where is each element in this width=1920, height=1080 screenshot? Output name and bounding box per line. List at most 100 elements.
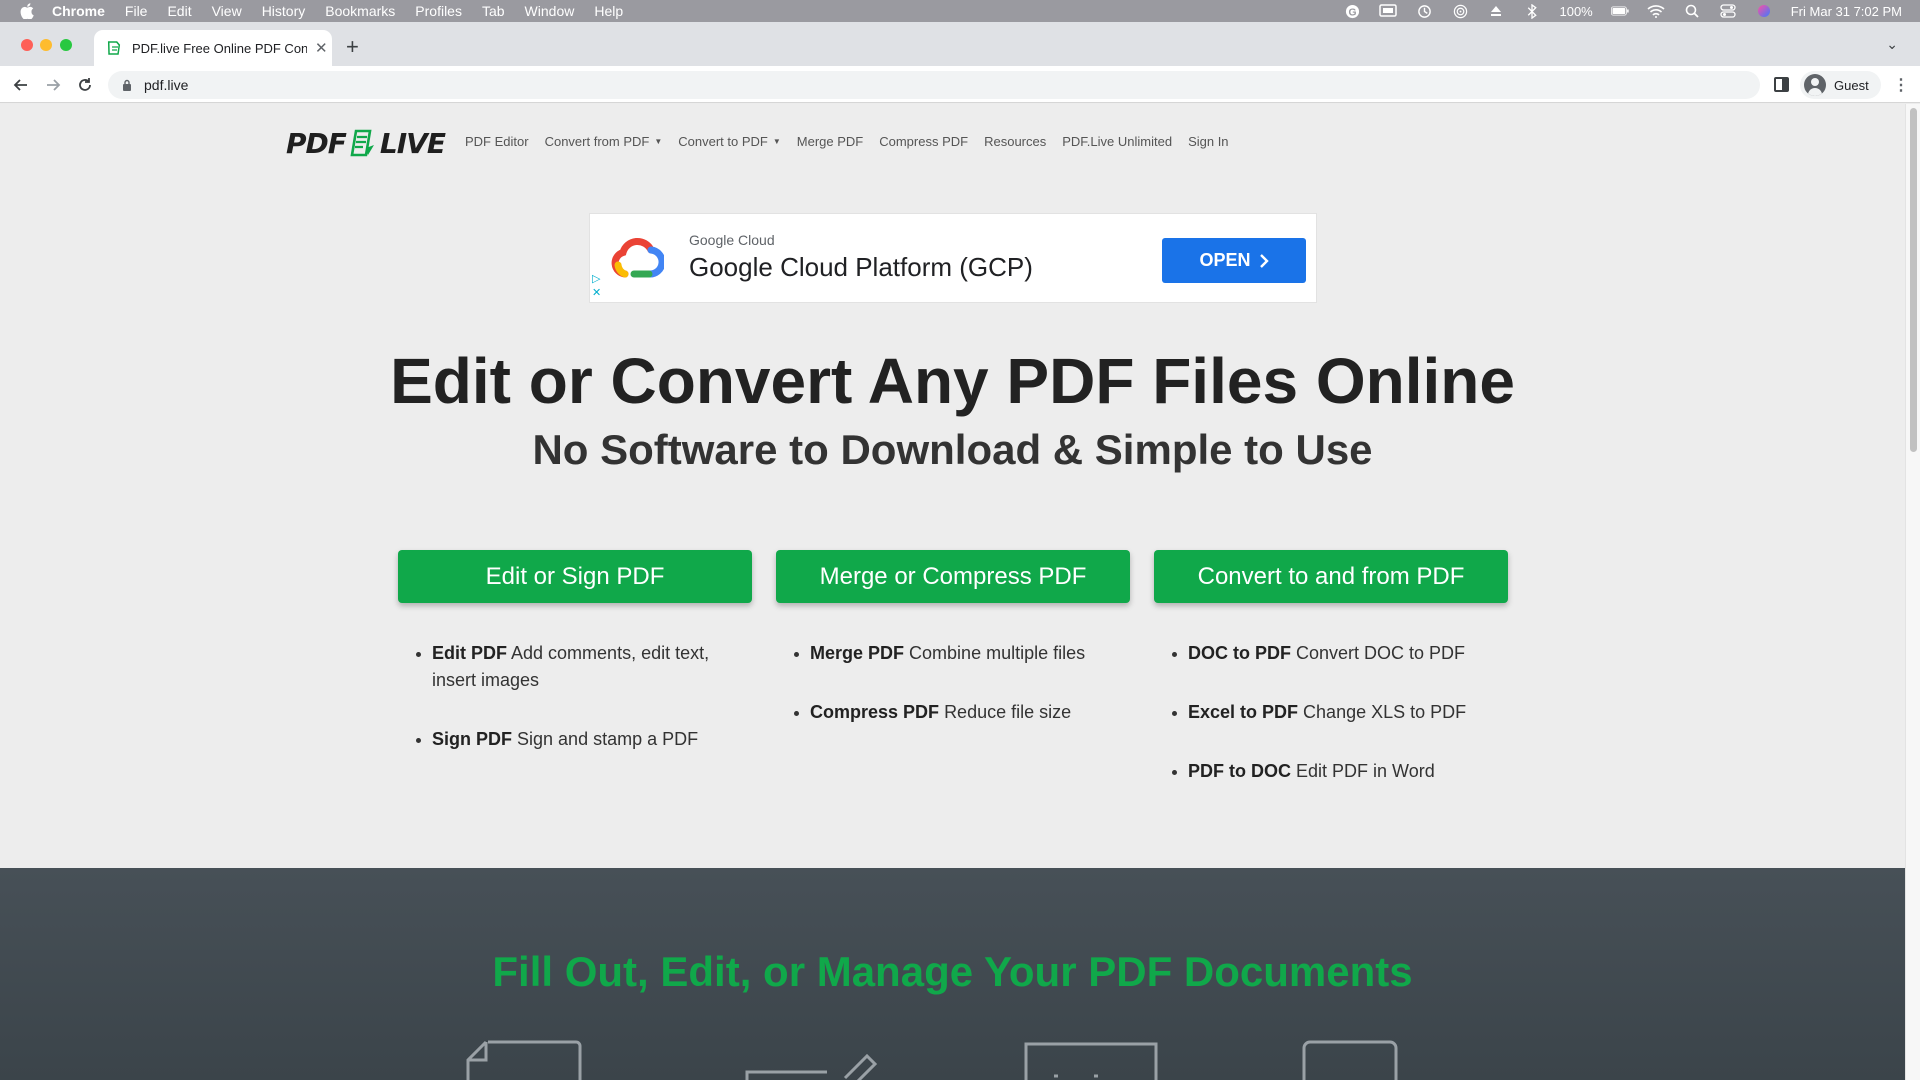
feature-name[interactable]: Sign PDF bbox=[432, 729, 512, 749]
feature-name[interactable]: DOC to PDF bbox=[1188, 643, 1291, 663]
chrome-menu-icon[interactable]: ⋮ bbox=[1893, 75, 1909, 95]
feature-name[interactable]: Edit PDF bbox=[432, 643, 507, 663]
menu-help[interactable]: Help bbox=[594, 3, 623, 19]
manage-screen-icon bbox=[1024, 1042, 1158, 1080]
feature-name[interactable]: Merge PDF bbox=[810, 643, 904, 663]
feature-desc: Combine multiple files bbox=[909, 643, 1086, 663]
menu-tab[interactable]: Tab bbox=[482, 3, 505, 19]
profile-button[interactable]: Guest bbox=[1800, 71, 1881, 99]
grammarly-icon[interactable]: G bbox=[1343, 4, 1361, 18]
google-cloud-logo-icon bbox=[611, 238, 664, 278]
menu-view[interactable]: View bbox=[212, 3, 242, 19]
time-machine-icon[interactable] bbox=[1415, 4, 1433, 18]
edit-sign-feature-list: Edit PDF Add comments, edit text, insert… bbox=[414, 640, 744, 785]
apple-menu-icon[interactable] bbox=[18, 2, 36, 20]
logo-document-icon bbox=[350, 129, 374, 157]
list-item[interactable]: Edit PDF Add comments, edit text, insert… bbox=[414, 640, 744, 694]
manage-documents-section: Fill Out, Edit, or Manage Your PDF Docum… bbox=[0, 868, 1905, 1080]
fill-form-icon bbox=[466, 1040, 582, 1080]
guest-avatar-icon bbox=[1804, 74, 1826, 96]
spotlight-search-icon[interactable] bbox=[1683, 4, 1701, 18]
convert-to-and-from-pdf-button[interactable]: Convert to and from PDF bbox=[1154, 550, 1508, 603]
pdf-live-logo[interactable]: PDF LIVE bbox=[286, 126, 446, 160]
nav-compress-pdf[interactable]: Compress PDF bbox=[879, 134, 968, 149]
scrollbar-thumb[interactable] bbox=[1910, 108, 1917, 452]
profile-label: Guest bbox=[1834, 77, 1869, 93]
nav-pdf-editor[interactable]: PDF Editor bbox=[465, 134, 529, 149]
nav-resources[interactable]: Resources bbox=[984, 134, 1046, 149]
window-minimize-button[interactable] bbox=[40, 39, 52, 51]
ad-open-button[interactable]: OPEN bbox=[1162, 238, 1306, 283]
feature-name[interactable]: PDF to DOC bbox=[1188, 761, 1291, 781]
list-item[interactable]: DOC to PDF Convert DOC to PDF bbox=[1170, 640, 1500, 667]
tab-search-chevron-icon[interactable]: ⌄ bbox=[1886, 36, 1898, 53]
adchoices-icon[interactable]: ▷ ✕ bbox=[592, 272, 601, 300]
list-item[interactable]: Excel to PDF Change XLS to PDF bbox=[1170, 699, 1500, 726]
feature-name[interactable]: Excel to PDF bbox=[1188, 702, 1298, 722]
convert-feature-list: DOC to PDF Convert DOC to PDF Excel to P… bbox=[1170, 640, 1500, 817]
document-icon bbox=[1302, 1040, 1398, 1080]
list-item[interactable]: Sign PDF Sign and stamp a PDF bbox=[414, 726, 744, 753]
menu-app-chrome[interactable]: Chrome bbox=[52, 3, 105, 19]
new-tab-plus-icon[interactable]: + bbox=[346, 34, 359, 60]
back-arrow-icon[interactable] bbox=[10, 74, 32, 96]
forward-arrow-icon[interactable] bbox=[42, 74, 64, 96]
menu-profiles[interactable]: Profiles bbox=[415, 3, 462, 19]
merge-compress-feature-list: Merge PDF Combine multiple files Compres… bbox=[792, 640, 1122, 758]
lock-icon[interactable] bbox=[122, 79, 132, 91]
nav-label: Sign In bbox=[1188, 134, 1229, 149]
eject-icon[interactable] bbox=[1487, 4, 1505, 18]
nav-label: Convert from PDF bbox=[544, 134, 650, 149]
nav-convert-from-pdf[interactable]: Convert from PDF ▼ bbox=[545, 134, 663, 149]
bluetooth-icon[interactable] bbox=[1523, 3, 1541, 19]
tab-close-icon[interactable]: ✕ bbox=[315, 39, 328, 57]
hero-title: Edit or Convert Any PDF Files Online bbox=[390, 345, 1515, 417]
battery-percent: 100% bbox=[1559, 3, 1593, 19]
list-item[interactable]: Compress PDF Reduce file size bbox=[792, 699, 1122, 726]
nav-label: Convert to PDF bbox=[678, 134, 768, 149]
nav-convert-to-pdf[interactable]: Convert to PDF ▼ bbox=[678, 134, 781, 149]
menu-edit[interactable]: Edit bbox=[167, 3, 191, 19]
google-cloud-ad-banner[interactable]: Google Cloud Google Cloud Platform (GCP)… bbox=[589, 213, 1317, 303]
ad-sponsor: Google Cloud bbox=[689, 232, 775, 248]
reload-icon[interactable] bbox=[74, 74, 96, 96]
merge-or-compress-pdf-button[interactable]: Merge or Compress PDF bbox=[776, 550, 1130, 603]
list-item[interactable]: PDF to DOC Edit PDF in Word bbox=[1170, 758, 1500, 785]
screen-share-icon[interactable] bbox=[1379, 4, 1398, 18]
page-scrollbar[interactable] bbox=[1905, 104, 1920, 1080]
feature-desc: Edit PDF in Word bbox=[1296, 761, 1435, 781]
window-zoom-button[interactable] bbox=[60, 39, 72, 51]
nav-label: PDF Editor bbox=[465, 134, 529, 149]
menu-file[interactable]: File bbox=[125, 3, 148, 19]
nav-label: Compress PDF bbox=[879, 134, 969, 149]
svg-text:G: G bbox=[1348, 7, 1356, 18]
nav-pdf-live-unlimited[interactable]: PDF.Live Unlimited bbox=[1062, 134, 1172, 149]
feature-name[interactable]: Compress PDF bbox=[810, 702, 939, 722]
address-bar[interactable]: pdf.live bbox=[108, 71, 1760, 99]
nav-merge-pdf[interactable]: Merge PDF bbox=[797, 134, 863, 149]
feature-desc: Convert DOC to PDF bbox=[1296, 643, 1466, 663]
menu-window[interactable]: Window bbox=[525, 3, 575, 19]
control-center-icon[interactable] bbox=[1719, 4, 1737, 18]
side-panel-icon[interactable] bbox=[1774, 77, 1789, 92]
hero-subtitle: No Software to Download & Simple to Use bbox=[532, 426, 1373, 473]
nav-sign-in[interactable]: Sign In bbox=[1188, 134, 1228, 149]
menu-bookmarks[interactable]: Bookmarks bbox=[325, 3, 395, 19]
ad-headline[interactable]: Google Cloud Platform (GCP) bbox=[689, 252, 1033, 283]
url-text[interactable]: pdf.live bbox=[144, 77, 188, 93]
siri-icon[interactable] bbox=[1755, 4, 1773, 18]
edit-pencil-icon bbox=[745, 1053, 878, 1080]
browser-toolbar: pdf.live Guest ⋮ bbox=[0, 66, 1920, 103]
menu-history[interactable]: History bbox=[262, 3, 306, 19]
edit-or-sign-pdf-button[interactable]: Edit or Sign PDF bbox=[398, 550, 752, 603]
feature-desc: Sign and stamp a PDF bbox=[517, 729, 699, 749]
tab-pdf-live[interactable]: PDF.live Free Online PDF Conv ✕ bbox=[94, 30, 332, 66]
wifi-icon[interactable] bbox=[1647, 4, 1665, 18]
battery-icon[interactable] bbox=[1610, 4, 1629, 18]
feature-desc: Change XLS to PDF bbox=[1303, 702, 1467, 722]
clock-datetime[interactable]: Fri Mar 31 7:02 PM bbox=[1791, 4, 1902, 19]
caret-down-icon: ▼ bbox=[772, 137, 781, 146]
airdrop-icon[interactable] bbox=[1451, 4, 1469, 18]
window-close-button[interactable] bbox=[21, 39, 33, 51]
list-item[interactable]: Merge PDF Combine multiple files bbox=[792, 640, 1122, 667]
